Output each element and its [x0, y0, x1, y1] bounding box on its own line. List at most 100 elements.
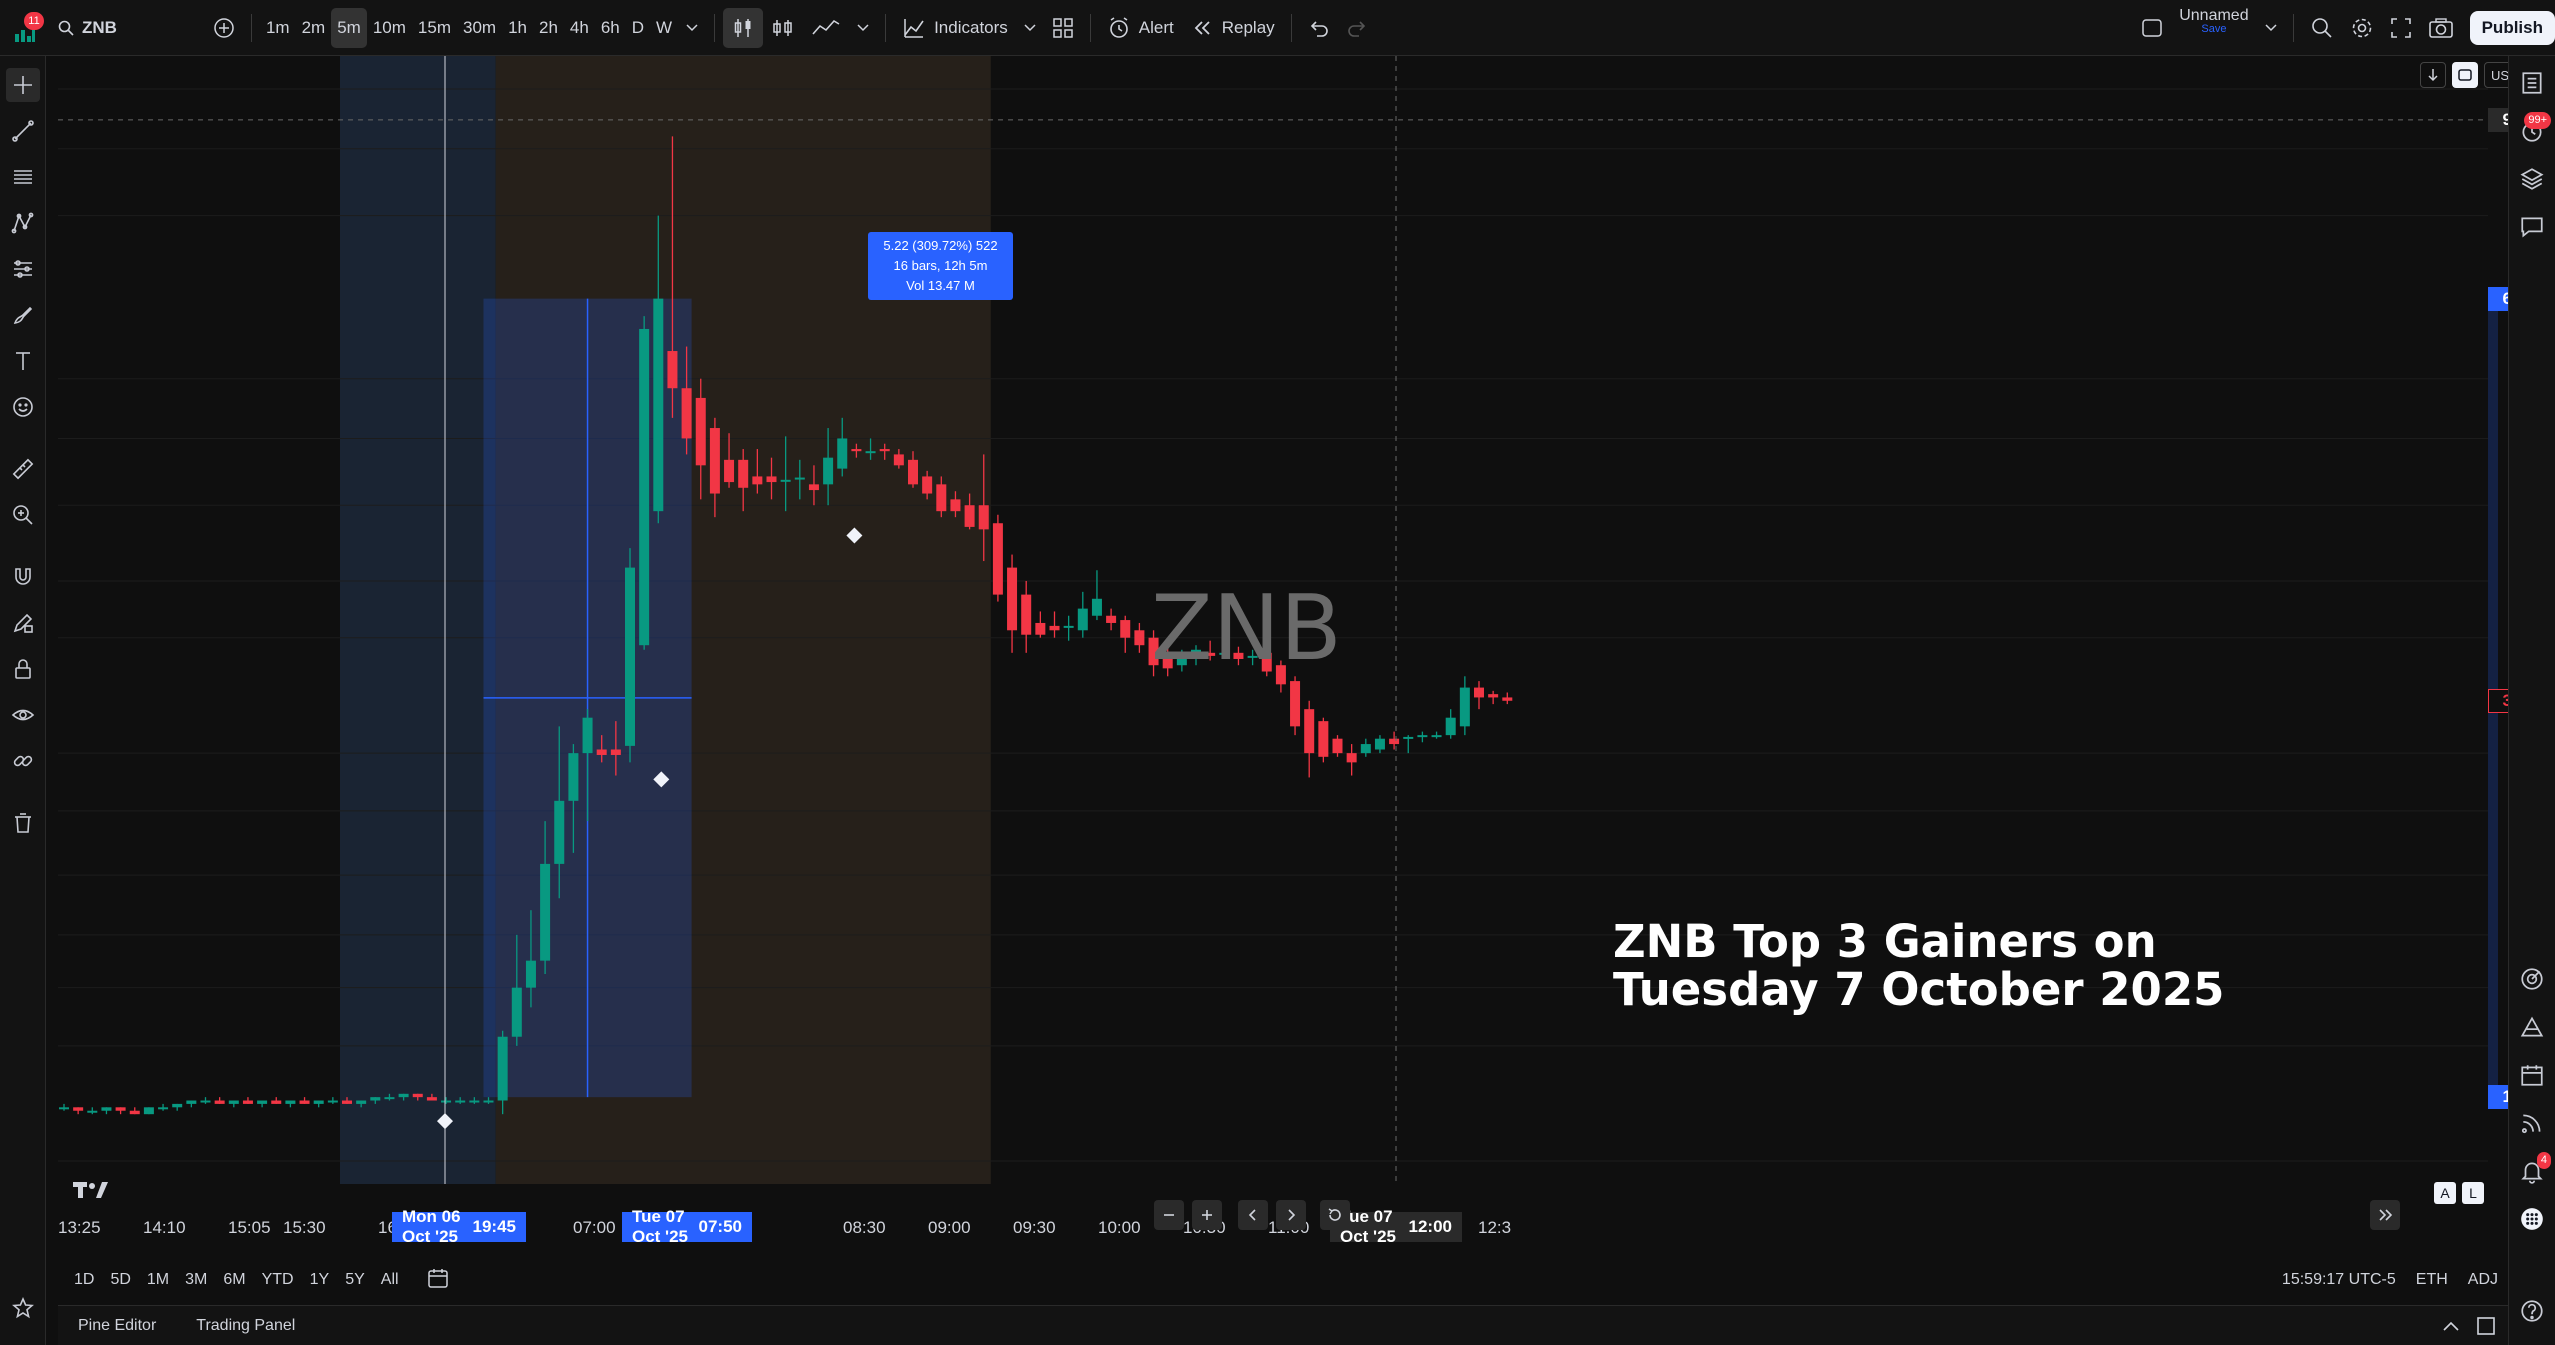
candle-body[interactable] [653, 298, 664, 512]
candle-body[interactable] [922, 476, 933, 494]
trading-panel-tab[interactable]: Trading Panel [176, 1317, 315, 1335]
candle-body[interactable] [271, 1100, 282, 1104]
candle-body[interactable] [639, 328, 650, 646]
stay-drawing-tool[interactable] [6, 606, 40, 640]
candle-body[interactable] [964, 505, 975, 527]
alert-button[interactable]: Alert [1099, 8, 1182, 48]
candle-body[interactable] [568, 753, 579, 801]
candles-chart-type-button[interactable] [723, 7, 764, 48]
fib-tool[interactable] [6, 160, 40, 194]
chats-button[interactable] [2515, 210, 2549, 244]
redo-button[interactable] [1338, 8, 1376, 48]
candle-body[interactable] [1502, 697, 1513, 701]
ideas-button[interactable] [2515, 1010, 2549, 1044]
candle-body[interactable] [398, 1093, 409, 1098]
candle-body[interactable] [681, 388, 692, 439]
candle-body[interactable] [1021, 594, 1032, 635]
indicators-dropdown[interactable] [1016, 8, 1044, 48]
candle-body[interactable] [582, 717, 593, 754]
interval-4h[interactable]: 4h [564, 8, 595, 48]
interval-d[interactable]: D [626, 8, 650, 48]
candle-body[interactable] [525, 960, 536, 988]
candle-body[interactable] [200, 1100, 211, 1103]
candle-body[interactable] [808, 484, 819, 491]
candle-body[interactable] [851, 449, 862, 452]
pattern-tool[interactable] [6, 206, 40, 240]
symbol-search[interactable]: ZNB [50, 8, 125, 48]
candle-body[interactable] [412, 1093, 423, 1098]
products-button[interactable] [2515, 1202, 2549, 1236]
candle-body[interactable] [426, 1097, 437, 1101]
log-scale-toggle[interactable]: L [2462, 1182, 2484, 1204]
watchlist-button[interactable] [2515, 66, 2549, 100]
layout-dropdown[interactable] [2257, 8, 2285, 48]
interval-2m[interactable]: 2m [296, 8, 332, 48]
favorites-tool[interactable] [6, 1291, 40, 1325]
scroll-to-realtime-button[interactable] [2420, 62, 2446, 88]
interval-dropdown[interactable] [678, 8, 706, 48]
chart-pane[interactable]: 10.009.008.006.005.404.804.203.803.102.8… [58, 56, 2550, 1246]
candle-body[interactable] [299, 1100, 310, 1104]
candle-body[interactable] [441, 1100, 452, 1103]
candle-body[interactable] [1332, 738, 1343, 754]
candle-body[interactable] [554, 800, 565, 864]
auto-scale-button[interactable] [2452, 62, 2478, 88]
candle-body[interactable] [1431, 735, 1442, 738]
candle-body[interactable] [115, 1107, 126, 1111]
range-all[interactable]: All [373, 1271, 407, 1289]
candle-body[interactable] [625, 567, 635, 746]
bar-chart-type-button[interactable] [763, 8, 803, 48]
news-stream-button[interactable] [2515, 1106, 2549, 1140]
replay-button[interactable]: Replay [1182, 8, 1283, 48]
candle-body[interactable] [327, 1100, 338, 1103]
interval-2h[interactable]: 2h [533, 8, 564, 48]
hide-drawings-tool[interactable] [6, 698, 40, 732]
candle-body[interactable] [596, 749, 607, 755]
help-button[interactable] [2515, 1294, 2549, 1328]
trend-line-tool[interactable] [6, 114, 40, 148]
undo-button[interactable] [1300, 8, 1338, 48]
maximize-icon[interactable] [2476, 1316, 2496, 1336]
range-1m[interactable]: 1M [139, 1271, 177, 1289]
layouts-button[interactable] [1044, 8, 1082, 48]
range-6m[interactable]: 6M [215, 1271, 253, 1289]
candle-body[interactable] [610, 749, 621, 755]
candle-body[interactable] [1318, 721, 1329, 757]
candle-body[interactable] [1389, 738, 1400, 745]
candle-body[interactable] [1304, 709, 1315, 754]
scroll-left-button[interactable] [1238, 1200, 1268, 1230]
candle-body[interactable] [455, 1100, 466, 1103]
link-tool[interactable] [6, 744, 40, 778]
candle-body[interactable] [540, 863, 551, 961]
clock[interactable]: 15:59:17 UTC-5 [2272, 1271, 2406, 1289]
candle-body[interactable] [1360, 744, 1371, 754]
candle-body[interactable] [823, 457, 834, 485]
line-chart-type-button[interactable] [803, 8, 849, 48]
candle-body[interactable] [370, 1097, 381, 1101]
crosshair-tool[interactable] [6, 68, 40, 102]
candle-body[interactable] [992, 523, 1003, 595]
candle-body[interactable] [1459, 687, 1470, 727]
chart-text-annotation[interactable]: ZNB Top 3 Gainers on Tuesday 7 October 2… [1613, 918, 2224, 1014]
candle-body[interactable] [1346, 753, 1357, 763]
scroll-right-button[interactable] [1276, 1200, 1306, 1230]
candle-body[interactable] [1077, 608, 1088, 631]
zoom-tool[interactable] [6, 498, 40, 532]
interval-15m[interactable]: 15m [412, 8, 457, 48]
quick-search-button[interactable] [2302, 8, 2342, 48]
candle-body[interactable] [1374, 738, 1385, 750]
compare-button[interactable] [205, 8, 243, 48]
candle-body[interactable] [1035, 622, 1046, 635]
interval-30m[interactable]: 30m [457, 8, 502, 48]
candle-body[interactable] [936, 484, 947, 512]
range-5d[interactable]: 5D [102, 1271, 138, 1289]
indicators-button[interactable]: Indicators [894, 8, 1016, 48]
candle-body[interactable] [1063, 625, 1074, 628]
fullscreen-button[interactable] [2382, 8, 2420, 48]
candle-body[interactable] [950, 499, 961, 512]
candle-body[interactable] [1417, 735, 1428, 738]
candle-body[interactable] [497, 1036, 508, 1101]
candle-body[interactable] [865, 451, 876, 454]
interval-1h[interactable]: 1h [502, 8, 533, 48]
candle-body[interactable] [87, 1110, 98, 1113]
